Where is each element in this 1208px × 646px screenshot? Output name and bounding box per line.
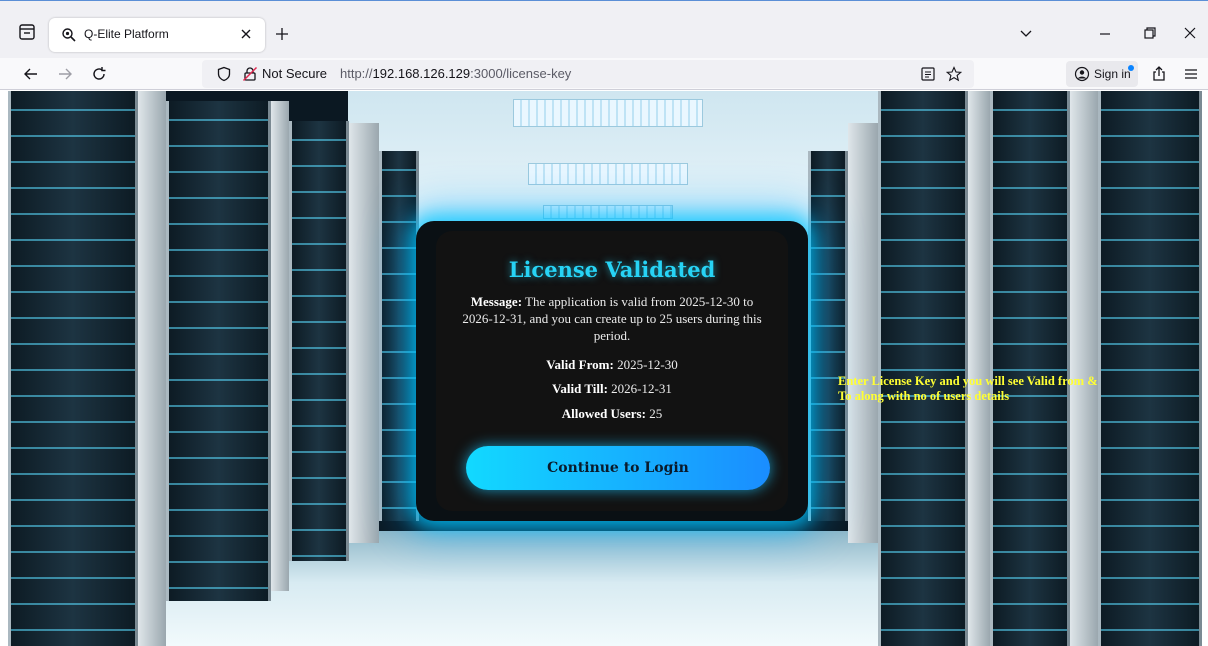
share-icon[interactable] xyxy=(1150,65,1168,83)
valid-till-row: Valid Till: 2026-12-31 xyxy=(552,381,672,396)
account-icon xyxy=(1074,66,1090,82)
rack-frame xyxy=(1070,91,1098,646)
tab-close-icon[interactable] xyxy=(239,27,253,41)
forward-arrow-icon[interactable] xyxy=(56,65,74,83)
ceiling-light xyxy=(513,99,703,127)
insecure-lock-icon[interactable] xyxy=(242,66,258,82)
page-viewport: License Validated Message: The applicati… xyxy=(8,91,1202,646)
tab-list-icon[interactable] xyxy=(18,23,36,41)
browser-nav-bar: Not Secure http://192.168.126.129:3000/l… xyxy=(0,58,1208,90)
rack-frame xyxy=(271,101,289,591)
valid-till-value: 2026-12-31 xyxy=(611,381,672,396)
ceiling-light xyxy=(528,163,688,185)
rack-frame xyxy=(138,91,166,646)
license-message: Message: The application is valid from 2… xyxy=(462,294,762,343)
server-rack xyxy=(8,91,138,646)
url-text[interactable]: http://192.168.126.129:3000/license-key xyxy=(340,66,571,81)
rack-frame xyxy=(349,123,379,543)
tab-overflow-chevron-icon[interactable] xyxy=(1018,25,1034,41)
server-rack xyxy=(379,151,419,521)
ceiling-light xyxy=(543,205,673,219)
notification-dot xyxy=(1128,65,1134,71)
menu-hamburger-icon[interactable] xyxy=(1182,65,1200,83)
server-rack xyxy=(289,121,349,561)
rack-frame xyxy=(848,123,878,543)
reload-icon[interactable] xyxy=(90,65,108,83)
rack-frame xyxy=(968,91,990,646)
instruction-annotation: Enter License Key and you will see Valid… xyxy=(838,374,1098,403)
reader-view-icon[interactable] xyxy=(920,66,936,82)
address-bar[interactable]: Not Secure http://192.168.126.129:3000/l… xyxy=(202,60,974,88)
browser-tab-active[interactable]: Q-Elite Platform xyxy=(49,18,265,52)
new-tab-icon[interactable] xyxy=(274,26,290,42)
server-rack xyxy=(808,151,848,521)
minimize-icon[interactable] xyxy=(1097,25,1113,41)
bookmark-star-icon[interactable] xyxy=(946,66,962,82)
tab-title: Q-Elite Platform xyxy=(84,27,169,41)
close-window-icon[interactable] xyxy=(1182,25,1198,41)
license-title: License Validated xyxy=(508,257,716,282)
server-rack xyxy=(1098,91,1202,646)
continue-to-login-button[interactable]: Continue to Login xyxy=(466,446,770,490)
tracking-shield-icon[interactable] xyxy=(216,66,232,82)
search-favicon-icon xyxy=(61,27,77,43)
allowed-users-row: Allowed Users: 25 xyxy=(561,406,663,421)
server-rack xyxy=(166,101,271,601)
server-rack xyxy=(878,91,968,646)
restore-icon[interactable] xyxy=(1142,25,1158,41)
not-secure-label[interactable]: Not Secure xyxy=(262,66,327,81)
server-rack xyxy=(990,91,1070,646)
license-card: License Validated Message: The applicati… xyxy=(436,231,788,511)
valid-from-row: Valid From: 2025-12-30 xyxy=(546,357,678,372)
browser-tab-bar: Q-Elite Platform xyxy=(0,0,1208,58)
back-arrow-icon[interactable] xyxy=(22,65,40,83)
sign-in-button[interactable]: Sign in xyxy=(1066,61,1138,87)
valid-from-value: 2025-12-30 xyxy=(617,357,678,372)
allowed-users-value: 25 xyxy=(649,406,663,421)
sign-in-label: Sign in xyxy=(1094,67,1131,81)
